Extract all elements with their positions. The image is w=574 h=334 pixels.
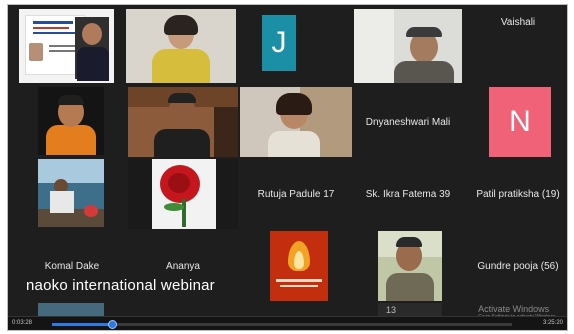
tile-dnyaneshwari: Dnyaneshwari Mali	[354, 87, 462, 157]
seek-bar[interactable]	[52, 320, 512, 329]
avatar-letter-n: N	[489, 87, 551, 157]
tile-pratiksha: Patil pratiksha (19)	[468, 159, 567, 229]
participant-name: Dnyaneshwari Mali	[365, 117, 451, 128]
avatar-letter: N	[509, 105, 531, 138]
total-time: 3:25:20	[542, 320, 563, 326]
seek-knob[interactable]	[107, 320, 117, 329]
participant-name: Rutuja Padule 17	[257, 189, 335, 200]
tile-rutuja: Rutuja Padule 17	[240, 159, 352, 229]
activate-title: Activate Windows	[478, 304, 550, 314]
partial-number: 13	[386, 305, 397, 315]
tile-slide-share	[19, 9, 114, 83]
tile-man-pool	[38, 159, 104, 227]
video-player[interactable]: J Vaishali Dnyaneshwari Mali N Rutuja Pa…	[7, 4, 568, 331]
tile-gundre: Gundre pooja (56)	[468, 231, 567, 301]
participant-name: Ananya	[166, 261, 200, 272]
tile-man-outdoor	[378, 231, 442, 301]
participant-name: Komal Dake	[44, 261, 100, 272]
participant-name: Patil pratiksha (19)	[476, 189, 560, 200]
tile-logo	[270, 231, 328, 301]
tile-man-window	[354, 9, 462, 83]
tile-man-office	[128, 87, 238, 157]
participant-name: Vaishali	[500, 17, 536, 28]
current-time: 0:03:28	[12, 320, 33, 326]
tile-woman-yellow	[126, 9, 236, 83]
tile-vaishali: Vaishali	[468, 9, 567, 83]
tile-ikra: Sk. Ikra Fatema 39	[354, 159, 462, 229]
tile-komal: Komal Dake	[19, 231, 125, 281]
participant-name: Sk. Ikra Fatema 39	[365, 189, 451, 200]
tile-avatar-n: N	[468, 87, 567, 157]
video-caption: naoko international webinar	[26, 277, 215, 294]
tile-woman-thinking	[240, 87, 352, 157]
avatar-letter: J	[271, 26, 287, 59]
tile-rose	[128, 159, 238, 229]
participant-name: Gundre pooja (56)	[477, 261, 559, 272]
tile-avatar-j: J	[240, 9, 358, 83]
tile-ananya: Ananya	[128, 231, 238, 281]
player-controls: 0:03:28 3:25:20	[8, 316, 567, 330]
seek-bar-fill	[52, 323, 112, 326]
avatar-letter-j: J	[262, 15, 296, 71]
tile-man-orange	[38, 87, 104, 155]
